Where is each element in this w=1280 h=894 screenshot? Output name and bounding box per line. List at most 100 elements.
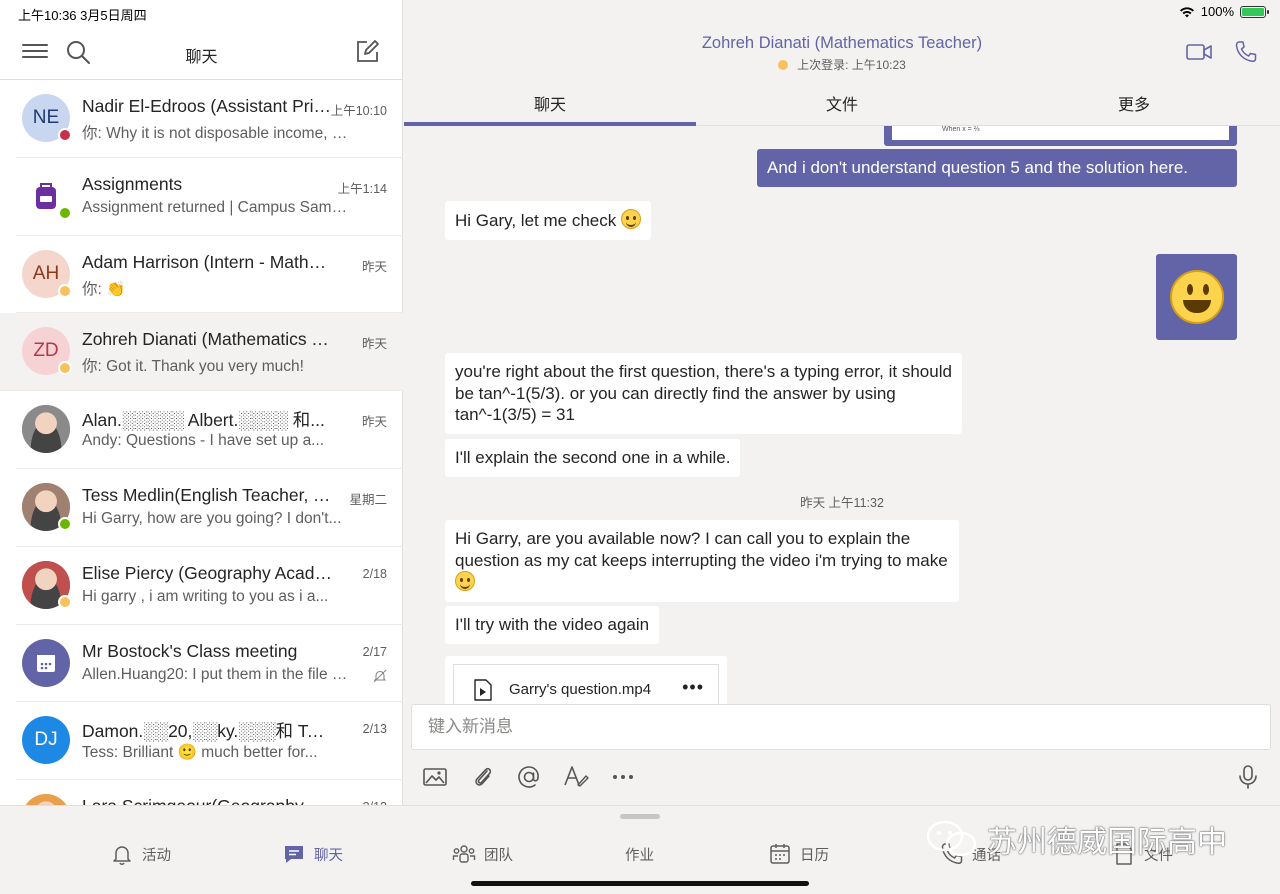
- chat-preview: Allen.Huang20: I put them in the file s.…: [82, 665, 350, 683]
- teams-icon: [452, 845, 476, 863]
- chat-list-header: 聊天: [0, 26, 403, 80]
- chat-list-item[interactable]: Tess Medlin(English Teacher, Year 10) 星期二…: [16, 469, 403, 547]
- drag-handle[interactable]: [620, 814, 660, 819]
- message-sent: And i don't understand question 5 and th…: [757, 149, 1237, 187]
- bottom-navigation: 活动 聊天 团队 作业 日历 通话 文件 苏州德威国际高中: [0, 805, 1280, 894]
- tab-files[interactable]: 文件: [696, 78, 988, 126]
- nav-assignments[interactable]: 作业: [625, 840, 654, 868]
- calendar-icon: [770, 844, 790, 864]
- message-area: When x = ⅔ And i don't understand questi…: [404, 126, 1280, 704]
- conversation-header: Zohreh Dianati (Mathematics Teacher) 上次登…: [404, 26, 1280, 78]
- message-input[interactable]: [411, 704, 1271, 750]
- chat-list-item[interactable]: Mr Bostock's Class meeting 2/17 Allen.Huan…: [16, 625, 403, 703]
- chat-name: Zohreh Dianati (Mathematics Teacher): [82, 329, 332, 350]
- chat-list-item[interactable]: DJ Damon.░░20,░░ky.░░░和 Tess 2/13 Tess: Bri…: [16, 702, 403, 781]
- avatar-initials: AH: [32, 262, 60, 284]
- audio-call-icon[interactable]: [1234, 40, 1258, 64]
- tab-more[interactable]: 更多: [988, 78, 1280, 126]
- file-attachment[interactable]: Garry's question.mp4 •••: [445, 656, 727, 704]
- conversation-tabs: 聊天 文件 更多: [404, 78, 1280, 126]
- last-seen: 上次登录: 上午10:23: [404, 56, 1280, 73]
- chat-time: 上午10:10: [330, 104, 387, 118]
- nav-chat[interactable]: 聊天: [282, 840, 343, 868]
- attach-icon[interactable]: [470, 764, 496, 790]
- wifi-icon: [1179, 6, 1194, 17]
- chat-list-item[interactable]: Alan.░░░░░ Albert.░░░░ 和... 昨天 Andy: Quest…: [16, 391, 403, 469]
- conversation-title[interactable]: Zohreh Dianati (Mathematics Teacher): [404, 34, 1280, 53]
- image-attachment[interactable]: When x = ⅔: [884, 126, 1237, 146]
- format-text-icon[interactable]: [563, 764, 589, 790]
- chat-name: Lara Scrimgeour(Geography Teacher): [82, 796, 332, 805]
- chat-preview: Hi Garry, how are you going? I don't...: [82, 509, 342, 527]
- avatar: [22, 171, 72, 220]
- nav-label: 作业: [625, 847, 654, 864]
- more-options-icon[interactable]: [610, 764, 636, 790]
- avatar: NE: [22, 94, 72, 142]
- chat-list-item[interactable]: ZD Zohreh Dianati (Mathematics Teacher) 昨天…: [0, 313, 403, 392]
- message-received: Hi Garry, are you available now? I can c…: [445, 520, 959, 602]
- chat-preview: Assignment returned | Campus Samples: [82, 198, 350, 216]
- avatar: [22, 405, 70, 454]
- battery-icon: [1240, 5, 1269, 18]
- nav-calendar[interactable]: 日历: [768, 840, 829, 868]
- watermark-text: 苏州德威国际高中: [987, 825, 1227, 860]
- mention-icon[interactable]: [516, 764, 542, 790]
- chat-preview: Andy: Questions - I have set up a...: [82, 432, 325, 450]
- calendar-icon: [37, 654, 55, 672]
- chat-time: 星期二: [349, 492, 387, 507]
- chat-list-item[interactable]: Assignments 上午1:14 Assignment returned | C…: [16, 158, 403, 236]
- chat-preview: 你: 👏: [82, 280, 126, 298]
- nav-label: 日历: [800, 847, 829, 864]
- wechat-logo-icon: [926, 820, 977, 857]
- chat-time: 昨天: [361, 415, 387, 430]
- chat-list-item[interactable]: Lara Scrimgeour(Geography Teacher)2/12: [16, 780, 403, 805]
- chat-name: Mr Bostock's Class meeting: [82, 640, 298, 661]
- video-call-icon[interactable]: [1186, 42, 1212, 62]
- bell-icon: [113, 846, 131, 865]
- avatar: [22, 638, 70, 687]
- chat-list-title: 聊天: [185, 49, 218, 66]
- grinning-emoji-icon: [1169, 270, 1224, 324]
- avatar-initials: ZD: [33, 340, 59, 362]
- muted-bell-icon: [373, 669, 387, 682]
- file-more-options-icon[interactable]: •••: [682, 677, 704, 698]
- avatar: [22, 794, 70, 805]
- chat-list-pane: 聊天 NE Nadir El-Edroos (Assistant Principa…: [0, 0, 403, 805]
- status-bar: 上午10:36 3月5日周四 100%: [0, 0, 1280, 26]
- chat-name: Damon.░░20,░░ky.░░░和 Tess: [82, 721, 332, 742]
- avatar-photo-icon: [22, 405, 70, 454]
- chat-list-item[interactable]: Elise Piercy (Geography Academic) 2/18 Hi …: [16, 547, 403, 625]
- avatar: [22, 482, 72, 531]
- chat-time: 2/17: [362, 644, 387, 659]
- away-status-icon: [778, 60, 789, 70]
- chat-name: Alan.░░░░░ Albert.░░░░ 和...: [82, 410, 325, 431]
- chat-name: Assignments: [82, 173, 183, 194]
- image-icon[interactable]: [422, 764, 448, 790]
- avatar: DJ: [22, 716, 70, 765]
- date-separator: 昨天 上午11:32: [800, 496, 884, 510]
- chat-name: Nadir El-Edroos (Assistant Principal): [82, 96, 332, 116]
- presence-status-icon: [58, 516, 72, 531]
- avatar-photo-icon: [22, 794, 70, 805]
- message-received: you're right about the first question, t…: [445, 353, 962, 434]
- chat-preview: Hi garry , i am writing to you as i a...: [82, 587, 329, 605]
- home-indicator[interactable]: [471, 881, 809, 886]
- chat-preview: Tess: Brilliant 🙂 much better for...: [82, 744, 318, 762]
- nav-teams[interactable]: 团队: [452, 840, 513, 868]
- nav-label: 团队: [484, 847, 513, 864]
- chat-preview: 你: Got it. Thank you very much!: [82, 358, 304, 376]
- presence-status-icon: [58, 283, 72, 298]
- new-chat-icon[interactable]: [353, 38, 381, 66]
- watermark: 苏州德威国际高中: [925, 816, 1227, 862]
- chat-name: Adam Harrison (Intern - Mathematics): [82, 251, 332, 272]
- avatar: ZD: [22, 327, 72, 376]
- chat-list-item[interactable]: NE Nadir El-Edroos (Assistant Principal)上…: [16, 80, 403, 158]
- microphone-icon[interactable]: [1235, 764, 1261, 790]
- chat-list-item[interactable]: AH Adam Harrison (Intern - Mathematics) 昨天…: [16, 236, 403, 314]
- chat-time: 上午1:14: [337, 181, 387, 196]
- tab-chat[interactable]: 聊天: [404, 78, 696, 126]
- nav-activity[interactable]: 活动: [110, 840, 171, 868]
- chat-icon: [285, 846, 303, 863]
- battery-percent: 100%: [1200, 4, 1234, 19]
- chat-time: 昨天: [361, 337, 387, 352]
